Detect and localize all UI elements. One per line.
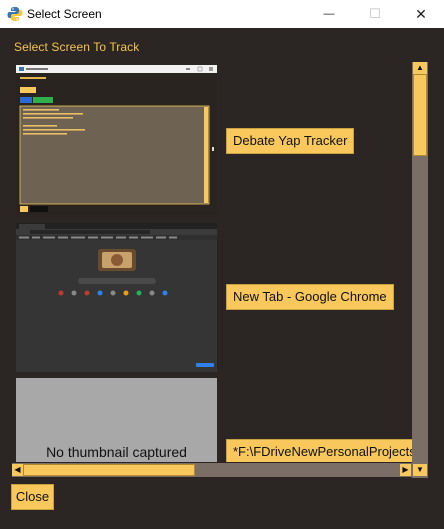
screen-button-debate-yap-tracker[interactable]: Debate Yap Tracker: [226, 128, 355, 154]
scroll-left-arrow-icon[interactable]: ◀: [12, 464, 23, 476]
thumbnail-debate-yap-tracker[interactable]: [16, 65, 217, 215]
title-bar: Select Screen — ☐ ✕: [0, 0, 444, 28]
python-app-icon: [7, 7, 23, 21]
close-icon: ✕: [415, 5, 427, 22]
close-window-button[interactable]: ✕: [398, 0, 444, 28]
window-title: Select Screen: [27, 7, 102, 21]
maximize-button[interactable]: ☐: [352, 0, 398, 28]
horizontal-scroll-thumb[interactable]: [23, 464, 195, 476]
screen-button-new-tab-chrome[interactable]: New Tab - Google Chrome: [226, 284, 394, 310]
page-heading: Select Screen To Track: [14, 40, 140, 54]
debate-yap-tracker-screenshot: [16, 65, 217, 215]
chrome-new-tab-screenshot: [16, 223, 217, 372]
minimize-icon: —: [323, 8, 335, 20]
vertical-scrollbar[interactable]: ▲ ▼: [412, 62, 428, 478]
vertical-scroll-thumb[interactable]: [413, 74, 427, 156]
minimize-button[interactable]: —: [306, 0, 352, 28]
scroll-up-arrow-icon[interactable]: ▲: [413, 62, 427, 74]
thumbnail-new-tab-chrome[interactable]: [16, 223, 217, 372]
thumbnail-placeholder[interactable]: No thumbnail captured: [16, 378, 217, 462]
horizontal-scrollbar[interactable]: ◀ ▶: [12, 463, 412, 477]
scroll-down-arrow-icon[interactable]: ▼: [413, 464, 427, 476]
scroll-right-arrow-icon[interactable]: ▶: [400, 464, 411, 476]
maximize-icon: ☐: [369, 6, 381, 21]
no-thumbnail-text: No thumbnail captured: [46, 444, 187, 460]
screen-list[interactable]: Debate Yap Tracker New Tab - Google Chro…: [12, 62, 412, 462]
close-button[interactable]: Close: [11, 484, 54, 510]
screen-button-fdrive-project[interactable]: *F:\FDriveNewPersonalProjects: [226, 439, 412, 462]
